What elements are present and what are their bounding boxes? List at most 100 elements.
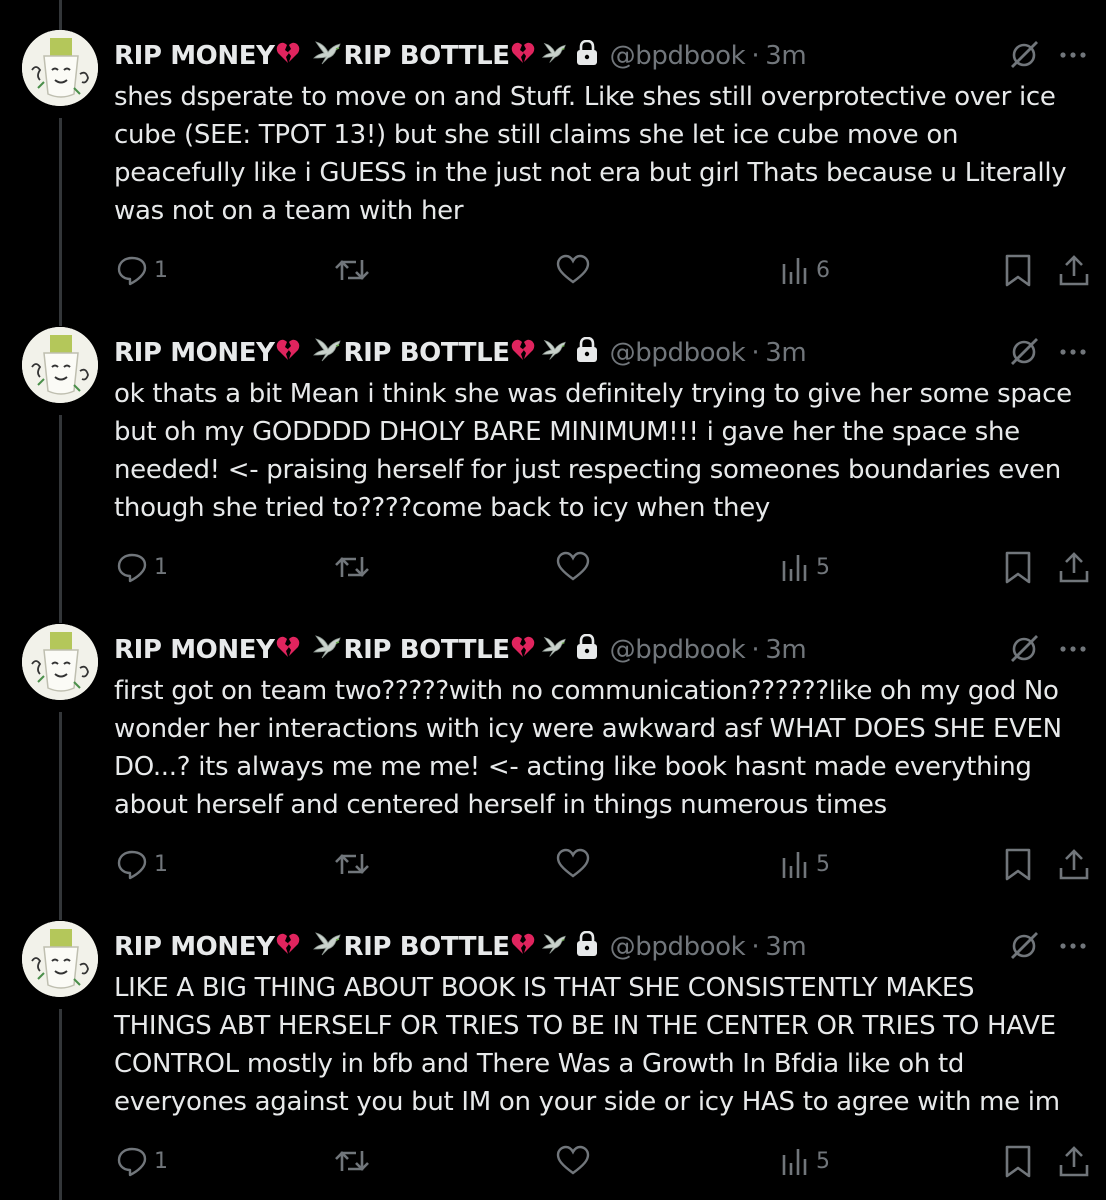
dove-icon bbox=[312, 931, 342, 964]
grok-icon[interactable] bbox=[1008, 930, 1040, 966]
bookmark-icon bbox=[1004, 254, 1032, 288]
avatar[interactable] bbox=[22, 327, 98, 403]
avatar[interactable] bbox=[22, 921, 98, 997]
broken-heart-icon bbox=[276, 41, 300, 71]
reply-count: 1 bbox=[154, 851, 168, 877]
handle[interactable]: @bpdbook bbox=[610, 932, 746, 962]
tweet-header: RIP MONEY RIP BOTTLE @bpdbook · 3m bbox=[114, 333, 1106, 373]
share-button[interactable] bbox=[1058, 254, 1090, 288]
dove-icon bbox=[541, 634, 567, 667]
retweet-button[interactable] bbox=[334, 1145, 370, 1177]
share-button[interactable] bbox=[1058, 551, 1090, 585]
bookmark-icon bbox=[1004, 551, 1032, 585]
display-name-part1[interactable]: RIP MONEY bbox=[114, 932, 275, 962]
bookmark-button[interactable] bbox=[1004, 254, 1032, 288]
reply-icon bbox=[116, 1145, 148, 1177]
display-name-part2[interactable]: RIP BOTTLE bbox=[344, 338, 511, 368]
heart-icon bbox=[556, 551, 590, 583]
broken-heart-icon bbox=[276, 635, 300, 665]
timestamp[interactable]: 3m bbox=[765, 635, 806, 665]
action-bar: 1 5 bbox=[0, 1145, 1106, 1181]
avatar[interactable] bbox=[22, 624, 98, 700]
dove-icon bbox=[541, 40, 567, 73]
bookmark-button[interactable] bbox=[1004, 551, 1032, 585]
retweet-button[interactable] bbox=[334, 848, 370, 880]
dove-icon bbox=[312, 634, 342, 667]
views-bar-chart-icon bbox=[780, 1145, 810, 1177]
display-name-part2[interactable]: RIP BOTTLE bbox=[344, 635, 511, 665]
like-button[interactable] bbox=[556, 1145, 590, 1177]
retweet-icon bbox=[334, 1145, 370, 1177]
timestamp[interactable]: 3m bbox=[765, 338, 806, 368]
retweet-button[interactable] bbox=[334, 254, 370, 286]
handle[interactable]: @bpdbook bbox=[610, 338, 746, 368]
like-button[interactable] bbox=[556, 254, 590, 286]
tweet[interactable]: RIP MONEY RIP BOTTLE @bpdbook · 3m bbox=[0, 891, 1106, 1188]
display-name-part1[interactable]: RIP MONEY bbox=[114, 635, 275, 665]
reply-count: 1 bbox=[154, 257, 168, 283]
reply-button[interactable]: 1 bbox=[116, 848, 168, 880]
broken-heart-icon bbox=[511, 635, 535, 665]
share-button[interactable] bbox=[1058, 848, 1090, 882]
retweet-icon bbox=[334, 848, 370, 880]
action-bar: 1 5 bbox=[0, 848, 1106, 884]
reply-count: 1 bbox=[154, 554, 168, 580]
views-count: 5 bbox=[816, 851, 830, 877]
display-name-part2[interactable]: RIP BOTTLE bbox=[344, 932, 511, 962]
grok-icon[interactable] bbox=[1008, 39, 1040, 75]
bookmark-button[interactable] bbox=[1004, 848, 1032, 882]
share-icon bbox=[1058, 551, 1090, 585]
grok-icon[interactable] bbox=[1008, 633, 1040, 669]
tweet-text: first got on team two?????with no commun… bbox=[114, 676, 1062, 820]
dove-icon bbox=[312, 337, 342, 370]
retweet-icon bbox=[334, 551, 370, 583]
bookmark-icon bbox=[1004, 1145, 1032, 1179]
broken-heart-icon bbox=[511, 41, 535, 71]
more-options-icon[interactable] bbox=[1058, 40, 1088, 74]
handle[interactable]: @bpdbook bbox=[610, 635, 746, 665]
action-bar: 1 5 bbox=[0, 551, 1106, 587]
more-options-icon[interactable] bbox=[1058, 337, 1088, 371]
more-options-icon[interactable] bbox=[1058, 634, 1088, 668]
display-name-part1[interactable]: RIP MONEY bbox=[114, 338, 275, 368]
retweet-button[interactable] bbox=[334, 551, 370, 583]
bookmark-button[interactable] bbox=[1004, 1145, 1032, 1179]
tweet-header: RIP MONEY RIP BOTTLE @bpdbook · 3m bbox=[114, 927, 1106, 967]
views-button[interactable]: 5 bbox=[780, 848, 830, 880]
reply-button[interactable]: 1 bbox=[116, 551, 168, 583]
like-button[interactable] bbox=[556, 848, 590, 880]
handle[interactable]: @bpdbook bbox=[610, 41, 746, 71]
lock-icon bbox=[575, 336, 599, 370]
broken-heart-icon bbox=[511, 932, 535, 962]
reply-icon bbox=[116, 551, 148, 583]
views-button[interactable]: 6 bbox=[780, 254, 830, 286]
tweet-header: RIP MONEY RIP BOTTLE @bpdbook · 3m bbox=[114, 630, 1106, 670]
views-button[interactable]: 5 bbox=[780, 1145, 830, 1177]
tweet[interactable]: RIP MONEY RIP BOTTLE @bpdbook · 3m bbox=[0, 297, 1106, 594]
timestamp[interactable]: 3m bbox=[765, 41, 806, 71]
grok-icon[interactable] bbox=[1008, 336, 1040, 372]
views-button[interactable]: 5 bbox=[780, 551, 830, 583]
tweet[interactable]: RIP MONEY RIP BOTTLE @bpdbook · 3m bbox=[0, 0, 1106, 297]
tweet[interactable]: RIP MONEY RIP BOTTLE @bpdbook · 3m bbox=[0, 594, 1106, 891]
lock-icon bbox=[575, 39, 599, 73]
avatar[interactable] bbox=[22, 30, 98, 106]
views-count: 6 bbox=[816, 257, 830, 283]
share-button[interactable] bbox=[1058, 1145, 1090, 1179]
bookmark-icon bbox=[1004, 848, 1032, 882]
timestamp[interactable]: 3m bbox=[765, 932, 806, 962]
display-name-part1[interactable]: RIP MONEY bbox=[114, 41, 275, 71]
reply-icon bbox=[116, 254, 148, 286]
reply-button[interactable]: 1 bbox=[116, 1145, 168, 1177]
heart-icon bbox=[556, 254, 590, 286]
like-button[interactable] bbox=[556, 551, 590, 583]
display-name-part2[interactable]: RIP BOTTLE bbox=[344, 41, 511, 71]
reply-button[interactable]: 1 bbox=[116, 254, 168, 286]
more-options-icon[interactable] bbox=[1058, 931, 1088, 965]
broken-heart-icon bbox=[276, 338, 300, 368]
views-bar-chart-icon bbox=[780, 551, 810, 583]
dove-icon bbox=[541, 337, 567, 370]
reply-icon bbox=[116, 848, 148, 880]
reply-count: 1 bbox=[154, 1148, 168, 1174]
tweet-header: RIP MONEY RIP BOTTLE @bpdbook · 3m bbox=[114, 36, 1106, 76]
